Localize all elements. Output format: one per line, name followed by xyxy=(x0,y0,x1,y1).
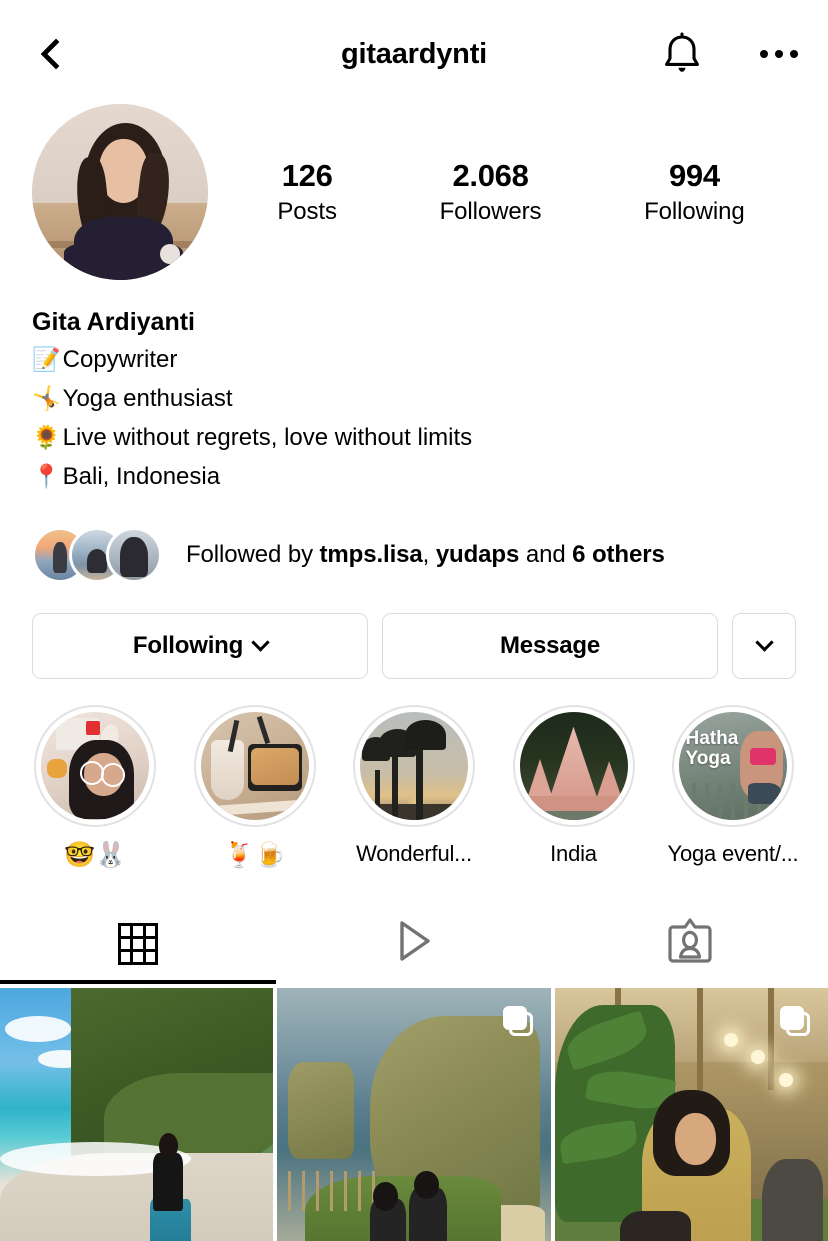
chevron-down-icon xyxy=(251,633,270,652)
tab-tagged[interactable] xyxy=(552,904,828,984)
profile-tabs xyxy=(0,904,828,984)
highlight-label-3: Wonderful... xyxy=(356,840,472,866)
cartwheel-emoji-icon: 🤸 xyxy=(32,384,61,411)
highlight-label-4: India xyxy=(550,840,597,866)
posts-grid xyxy=(0,987,828,1241)
bio-section: Gita Ardiyanti 📝Copywriter 🤸Yoga enthusi… xyxy=(0,306,828,495)
carousel-icon xyxy=(502,1005,533,1036)
highlight-ring xyxy=(512,704,635,827)
post-thumbnail-3[interactable] xyxy=(554,987,828,1241)
carousel-icon xyxy=(780,1005,810,1036)
post-thumbnail-1[interactable] xyxy=(0,987,274,1241)
followed-by-text: Followed by tmps.lisa, yudaps and 6 othe… xyxy=(186,541,665,569)
stat-following[interactable]: 994 Following xyxy=(644,158,745,226)
mutual-avatar-3 xyxy=(106,526,162,583)
instagram-profile-screen: gitaardynti 126 Posts 2.068 Followers 99… xyxy=(0,0,828,1241)
highlight-label-5: Yoga event/... xyxy=(667,840,799,866)
highlight-ring xyxy=(193,704,316,827)
highlight-3[interactable]: Wonderful... xyxy=(349,704,479,870)
highlight-cover-5: Hatha Yoga xyxy=(679,711,787,820)
other-followers-count[interactable]: 6 others xyxy=(572,541,665,568)
display-name: Gita Ardiyanti xyxy=(32,308,195,336)
highlight-2[interactable]: 🍹🍺 xyxy=(190,704,320,870)
bio-text-3: Live without regrets, love without limit… xyxy=(62,423,473,451)
play-reels-icon xyxy=(392,917,436,970)
tab-grid[interactable] xyxy=(0,904,276,984)
tagged-user-icon xyxy=(667,917,713,970)
highlight-label-2: 🍹🍺 xyxy=(223,840,286,869)
profile-summary: 126 Posts 2.068 Followers 994 Following xyxy=(0,104,828,280)
bio-line-4: 📍Bali, Indonesia xyxy=(32,459,796,495)
mutual-user-2[interactable]: yudaps xyxy=(436,541,520,568)
more-options-icon[interactable] xyxy=(756,40,802,68)
bio-text-1: Copywriter xyxy=(62,345,178,373)
mutual-user-1[interactable]: tmps.lisa xyxy=(320,541,423,568)
app-header: gitaardynti xyxy=(0,0,828,108)
avatar-image xyxy=(32,104,208,280)
followers-count: 2.068 xyxy=(452,158,529,193)
highlight-ring: Hatha Yoga xyxy=(672,704,794,827)
memo-emoji-icon: 📝 xyxy=(32,345,61,372)
highlight-1[interactable]: 🤓🐰 xyxy=(30,704,160,870)
following-button-label: Following xyxy=(132,631,244,659)
back-button[interactable] xyxy=(26,27,80,81)
bio-text-2: Yoga enthusiast xyxy=(62,384,233,412)
mutual-followers-avatars xyxy=(32,526,162,583)
dot xyxy=(775,50,783,58)
highlight-cover-3 xyxy=(360,711,468,820)
active-tab-indicator xyxy=(0,979,276,984)
stat-posts[interactable]: 126 Posts xyxy=(277,158,337,226)
following-button[interactable]: Following xyxy=(32,612,368,679)
highlight-label-1: 🤓🐰 xyxy=(64,840,126,869)
message-button-label: Message xyxy=(500,631,600,659)
and-text: and xyxy=(519,540,573,568)
separator: , xyxy=(422,540,436,568)
story-highlights: 🤓🐰 🍹🍺 Wonderful... India Hatha Yoga Yoga… xyxy=(0,704,828,870)
profile-stats: 126 Posts 2.068 Followers 994 Following xyxy=(208,104,796,226)
highlight-5[interactable]: Hatha Yoga Yoga event/... xyxy=(667,704,799,870)
sunflower-emoji-icon: 🌻 xyxy=(32,423,61,450)
highlight-ring xyxy=(353,704,475,827)
bio-line-3: 🌻Live without regrets, love without limi… xyxy=(32,420,796,456)
bio-text-4: Bali, Indonesia xyxy=(62,462,221,490)
highlight-cover-2 xyxy=(200,711,309,820)
following-label: Following xyxy=(644,198,745,226)
chevron-down-icon xyxy=(754,633,774,652)
followers-label: Followers xyxy=(439,198,542,226)
stat-followers[interactable]: 2.068 Followers xyxy=(440,158,542,226)
dot xyxy=(790,50,798,58)
dot xyxy=(760,50,768,58)
highlight-ring xyxy=(34,704,156,827)
followed-by-row[interactable]: Followed by tmps.lisa, yudaps and 6 othe… xyxy=(0,526,828,583)
following-count: 994 xyxy=(668,158,720,193)
posts-count: 126 xyxy=(281,158,333,193)
pin-emoji-icon: 📍 xyxy=(32,462,61,489)
chevron-left-icon xyxy=(40,38,72,70)
post-thumbnail-2[interactable] xyxy=(277,987,551,1241)
notification-bell-icon[interactable] xyxy=(662,32,702,76)
profile-action-buttons: Following Message xyxy=(0,612,828,679)
tab-reels[interactable] xyxy=(276,904,552,984)
highlight-cover-4 xyxy=(519,711,628,820)
message-button[interactable]: Message xyxy=(382,612,718,679)
followed-by-prefix: Followed by xyxy=(186,540,320,568)
posts-label: Posts xyxy=(277,198,337,226)
grid-icon xyxy=(118,922,158,965)
highlight-cover-1 xyxy=(41,711,149,820)
bio-line-2: 🤸Yoga enthusiast xyxy=(32,381,796,417)
highlight-4[interactable]: India xyxy=(509,704,639,870)
bio-line-1: 📝Copywriter xyxy=(32,342,796,378)
suggestions-toggle-button[interactable] xyxy=(732,612,796,679)
header-actions xyxy=(662,32,802,76)
avatar[interactable] xyxy=(32,104,208,280)
